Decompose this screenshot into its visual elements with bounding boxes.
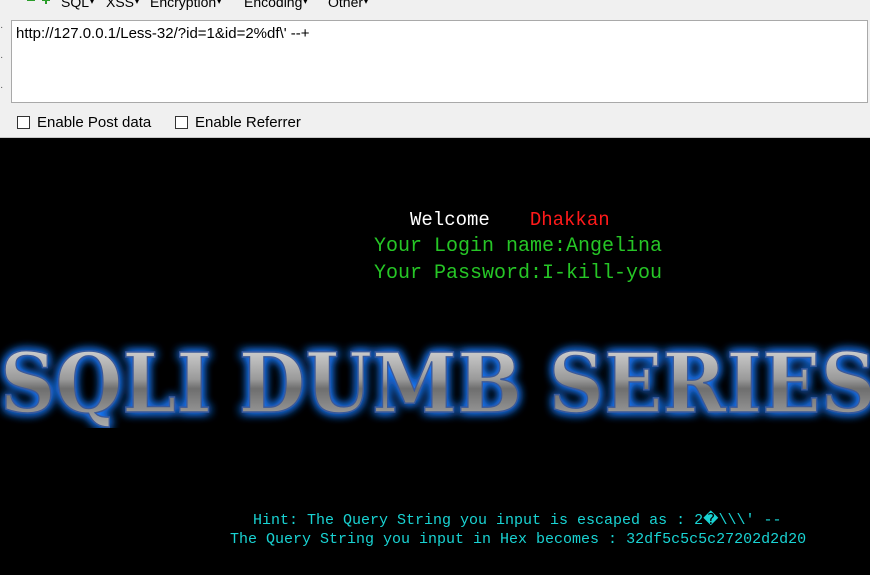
menu-xss[interactable]: XSS▾	[106, 0, 139, 10]
hex-text: The Query String you input in Hex become…	[230, 531, 807, 548]
chevron-down-icon: ▾	[90, 0, 95, 6]
password-text: Your Password:I-kill-you	[374, 262, 663, 285]
chevron-down-icon: ▾	[135, 0, 140, 6]
menu-encoding[interactable]: Encoding▾	[244, 0, 307, 10]
menu-sql[interactable]: SQL▾	[61, 0, 94, 10]
url-input[interactable]: http://127.0.0.1/Less-32/?id=1&id=2%df\'…	[11, 20, 868, 103]
enable-referrer-label: Enable Referrer	[195, 113, 301, 131]
welcome-name: Dhakkan	[529, 209, 610, 231]
side-buttons: · · ·	[0, 20, 10, 105]
welcome-label: Welcome	[410, 209, 490, 231]
chevron-down-icon: ▾	[303, 0, 308, 6]
menu-other[interactable]: Other▾	[328, 0, 368, 10]
enable-post-label: Enable Post data	[37, 113, 152, 131]
menu-sql-label: SQL	[61, 0, 90, 10]
enable-referrer-option[interactable]: Enable Referrer	[175, 113, 301, 131]
load-url-icon[interactable]: ·	[0, 22, 3, 33]
menu-xss-label: XSS	[106, 0, 135, 10]
banner-text: SQLI DUMB SERIES	[0, 338, 870, 428]
execute-icon[interactable]: ·	[0, 82, 3, 93]
minus-icon[interactable]	[26, 0, 36, 5]
chevron-down-icon: ▾	[217, 0, 222, 6]
menu-other-label: Other	[328, 0, 364, 10]
welcome-line: Welcome Dhakkan	[410, 209, 610, 231]
sqli-dumb-series-banner: SQLI DUMB SERIES	[0, 338, 870, 428]
page-content: Welcome Dhakkan Your Login name:Angelina …	[0, 138, 870, 575]
hackbar-toolbar: SQL▾ XSS▾ Encryption▾ Encoding▾ Other▾ ·…	[0, 0, 870, 138]
login-name-text: Your Login name:Angelina	[374, 235, 663, 258]
hackbar-menu: SQL▾ XSS▾ Encryption▾ Encoding▾ Other▾	[0, 0, 870, 12]
hint-text: Hint: The Query String you input is esca…	[253, 512, 782, 529]
menu-encryption-label: Encryption	[150, 0, 217, 10]
enable-referrer-checkbox[interactable]	[175, 115, 188, 129]
url-input-value: http://127.0.0.1/Less-32/?id=1&id=2%df\'…	[16, 25, 310, 42]
plus-icon[interactable]	[41, 0, 51, 5]
enable-post-checkbox[interactable]	[17, 115, 30, 129]
menu-encryption[interactable]: Encryption▾	[150, 0, 221, 10]
menu-encoding-label: Encoding	[244, 0, 303, 10]
chevron-down-icon: ▾	[364, 0, 369, 6]
enable-post-option[interactable]: Enable Post data	[17, 113, 151, 131]
split-url-icon[interactable]: ·	[0, 52, 3, 63]
